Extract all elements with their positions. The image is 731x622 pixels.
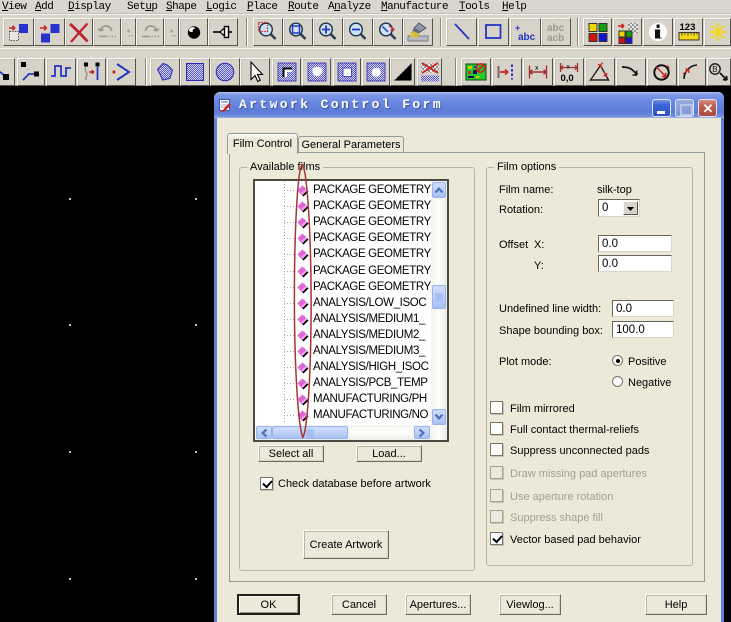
svg-text:0,0: 0,0 — [561, 73, 574, 84]
svg-text:abc: abc — [518, 32, 536, 43]
svg-text:acb: acb — [547, 33, 564, 44]
svg-text:123: 123 — [679, 22, 695, 33]
svg-text:x: x — [535, 65, 539, 72]
svg-text:B: B — [712, 65, 717, 74]
